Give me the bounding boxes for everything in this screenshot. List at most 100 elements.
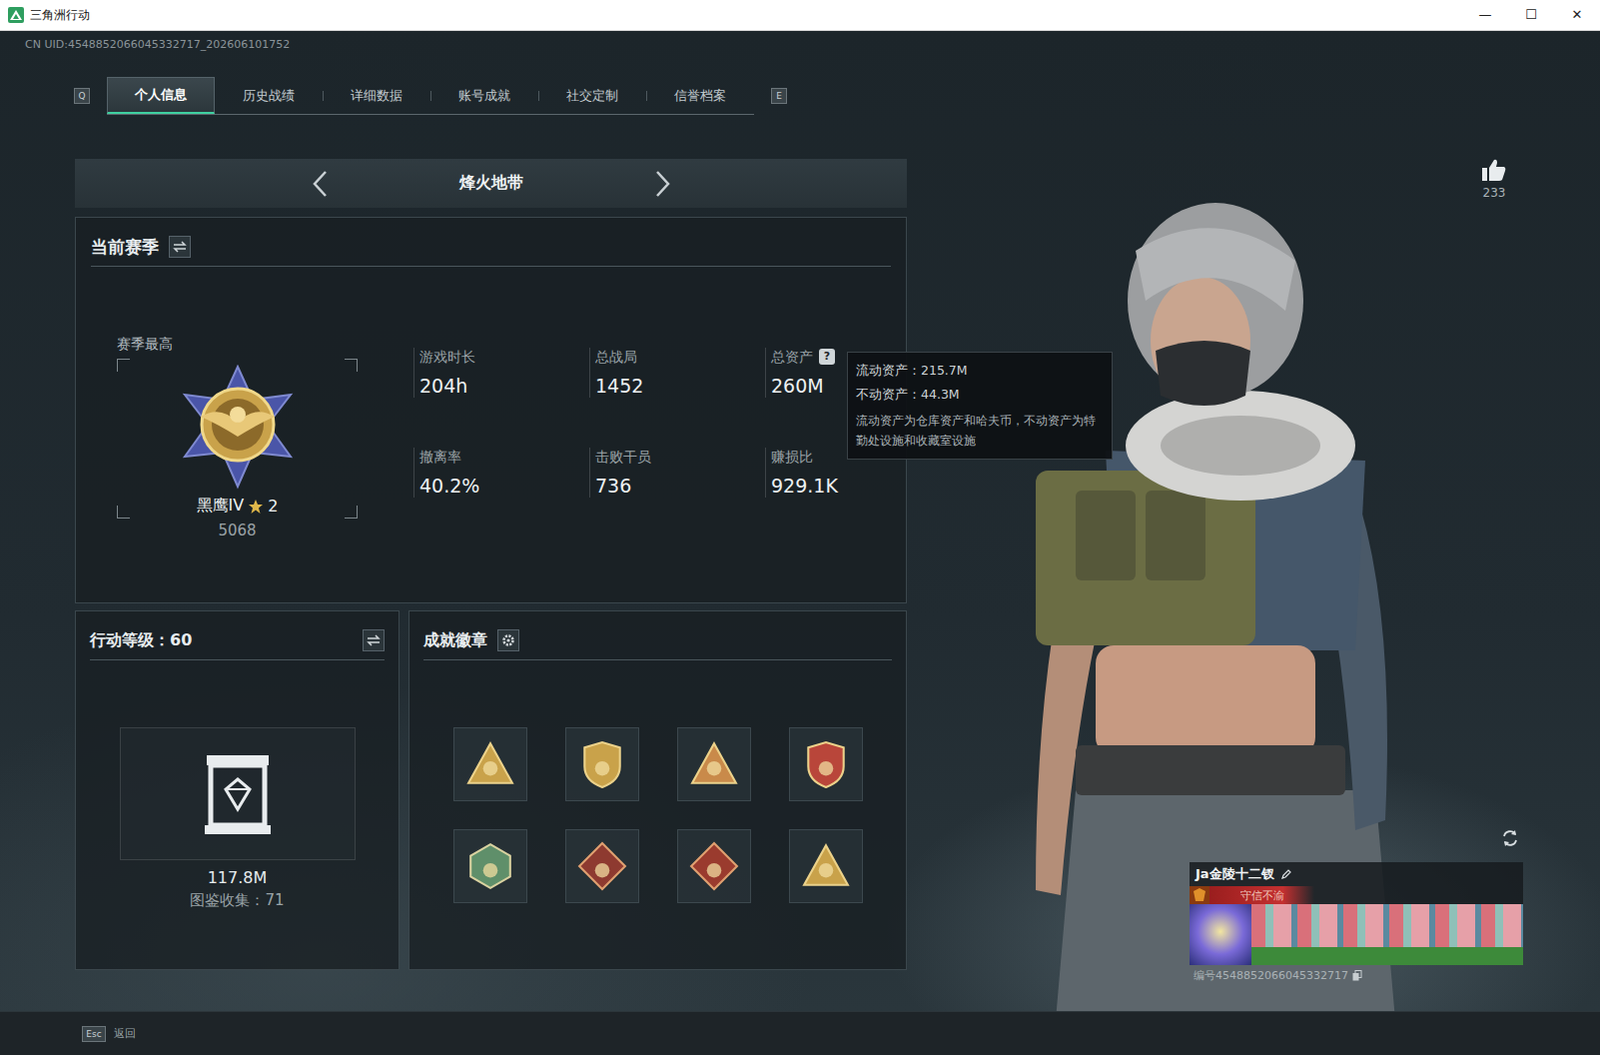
stat-value: 736: [595, 473, 766, 498]
rank-title: 黑鹰IV: [196, 495, 245, 517]
gear-icon: [501, 633, 516, 648]
tab[interactable]: 个人信息: [106, 76, 215, 114]
rank-badge-icon: [172, 364, 303, 490]
badge-icon: [800, 739, 851, 790]
app-logo-icon: [7, 6, 24, 23]
reputation-tag: 守信不渝: [1209, 885, 1315, 904]
player-name: Ja金陵十二钗: [1195, 864, 1275, 883]
prev-tab-key[interactable]: Q: [73, 87, 90, 104]
bottom-panels: 行动等级：60 117.8M图鉴收集：71 成就徽章: [74, 610, 909, 970]
reputation-icon: [1189, 885, 1210, 904]
chevron-right-icon[interactable]: [651, 168, 674, 199]
like-button[interactable]: 233: [1479, 157, 1510, 200]
name-row: Ja金陵十二钗: [1189, 861, 1524, 886]
tab[interactable]: 详细数据: [322, 76, 431, 114]
swap-button[interactable]: [362, 629, 385, 652]
chevron-left-icon[interactable]: [309, 168, 332, 199]
refresh-icon: [1500, 827, 1521, 848]
footer-bar: Esc 返回: [0, 1010, 1600, 1055]
window-control-button[interactable]: —: [1462, 0, 1509, 30]
stat-value: 929.1K: [771, 473, 941, 498]
escape-key[interactable]: Esc: [81, 1025, 106, 1042]
stat-item: 击败干员 736: [589, 447, 766, 498]
mode-title: 烽火地带: [451, 172, 532, 194]
stat-value: 1452: [595, 373, 766, 398]
swap-button[interactable]: [168, 235, 191, 258]
collection-count: 图鉴收集：71: [189, 889, 284, 910]
achievement-badge[interactable]: [677, 828, 752, 903]
tab[interactable]: 历史战绩: [214, 76, 323, 114]
tab[interactable]: 社交定制: [538, 76, 647, 114]
achievements-panel: 成就徽章: [408, 610, 907, 970]
season-body: 赛季最高黑鹰IV25068游戏时长204h总战局1452总资产?260M撤离率4…: [90, 266, 891, 540]
achievement-badge[interactable]: [453, 727, 528, 801]
level-panel: 行动等级：60 117.8M图鉴收集：71: [74, 610, 400, 970]
achievement-badge[interactable]: [453, 828, 528, 903]
assets-tooltip: 流动资产：215.7M不动资产：44.3M 流动资产为仓库资产和哈夫币，不动资产为…: [846, 351, 1113, 460]
achievement-badge[interactable]: [565, 727, 640, 801]
profile-card: Ja金陵十二钗守信不渝编号4548852066045332717: [1189, 861, 1524, 986]
left-column: CN UID:4548852066045332717_202606101752Q…: [0, 30, 909, 970]
tooltip-line: 不动资产：44.3M: [855, 382, 1104, 407]
window-title: 三角洲行动: [29, 6, 90, 24]
badge-icon: [465, 739, 516, 790]
window-control-button[interactable]: ☐: [1508, 0, 1555, 30]
collection-frame[interactable]: [119, 727, 356, 860]
badge-icon: [800, 840, 851, 891]
achievements-title: 成就徽章: [423, 630, 488, 652]
level-title: 行动等级：60: [89, 630, 192, 652]
tab-bar: Q 个人信息历史战绩详细数据账号成就社交定制信誉档案 E: [73, 76, 909, 115]
rank-block: 赛季最高黑鹰IV25068: [116, 334, 358, 540]
achievement-badge[interactable]: [677, 727, 752, 801]
player-id: 编号4548852066045332717: [1193, 967, 1349, 983]
achievement-badge[interactable]: [789, 828, 863, 903]
swap-icon: [172, 240, 187, 253]
back-label[interactable]: 返回: [113, 1025, 136, 1041]
badge-icon: [689, 840, 740, 891]
badge-icon: [465, 840, 516, 891]
badge-icon: [577, 840, 628, 891]
settings-button[interactable]: [497, 629, 520, 652]
rank-frame: 黑鹰IV 2: [116, 358, 358, 519]
badge-grid: [423, 727, 892, 903]
title-bar: 三角洲行动 —☐✕: [0, 0, 1600, 31]
level-body: 117.8M图鉴收集：71: [89, 660, 385, 910]
banner-scene: [1251, 903, 1524, 965]
banner-portrait: [1189, 903, 1252, 965]
stat-label: 击败干员: [595, 447, 766, 466]
stat-value: 40.2%: [419, 473, 590, 498]
next-tab-key[interactable]: E: [771, 87, 788, 104]
achievements-header: 成就徽章: [423, 611, 892, 661]
rank-name: 黑鹰IV 2: [196, 495, 279, 517]
collection-value: 117.8M: [207, 867, 268, 888]
stat-item: 撤离率40.2%: [413, 447, 590, 498]
window-control-button[interactable]: ✕: [1554, 0, 1600, 30]
main-area: CN UID:4548852066045332717_202606101752Q…: [0, 30, 1600, 1011]
stat-label: 游戏时长: [419, 347, 590, 366]
rank-score: 5068: [116, 521, 358, 540]
tooltip-line: 流动资产：215.7M: [855, 358, 1104, 383]
tab[interactable]: 信誉档案: [646, 76, 755, 114]
help-button[interactable]: ?: [818, 348, 835, 365]
copy-icon[interactable]: [1352, 969, 1363, 981]
swap-icon: [366, 634, 381, 647]
achievement-badge[interactable]: [565, 828, 640, 903]
game-window: 三角洲行动—☐✕CN UID:4548852066045332717_20260…: [0, 0, 1600, 1055]
stat-label: 总战局: [595, 347, 766, 366]
tab-list: 个人信息历史战绩详细数据账号成就社交定制信誉档案: [106, 76, 755, 115]
stat-value: 204h: [419, 373, 590, 398]
edit-icon[interactable]: [1280, 867, 1293, 880]
mode-selector: 烽火地带: [74, 158, 907, 208]
level-header: 行动等级：60: [89, 611, 385, 661]
badge-icon: [577, 739, 628, 790]
season-header: 当前赛季: [90, 217, 891, 267]
star-icon: [247, 498, 264, 515]
tooltip-note: 流动资产为仓库资产和哈夫币，不动资产为特勤处设施和收藏室设施: [855, 410, 1104, 451]
achievement-badge[interactable]: [789, 727, 863, 801]
refresh-button[interactable]: [1498, 825, 1523, 850]
reputation-row: 守信不渝: [1189, 885, 1524, 904]
tab[interactable]: 账号成就: [430, 76, 539, 114]
season-title: 当前赛季: [90, 235, 159, 259]
rank-stars: 2: [267, 496, 278, 516]
id-row: 编号4548852066045332717: [1189, 964, 1524, 986]
